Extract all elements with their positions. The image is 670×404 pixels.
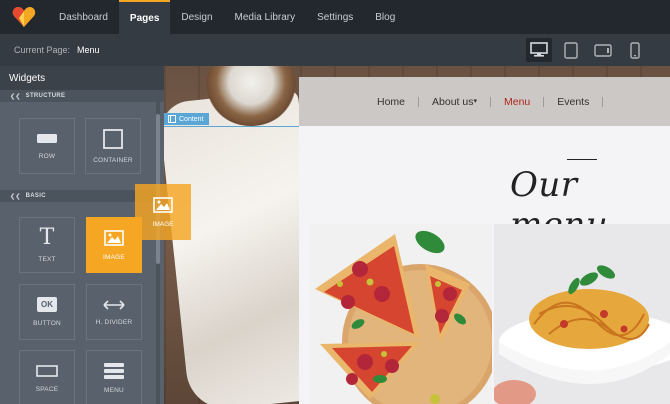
- nav-design[interactable]: Design: [170, 0, 223, 34]
- pasta-image: [494, 224, 670, 404]
- widget-row-label: ROW: [38, 152, 56, 160]
- section-structure[interactable]: ❮❮ STRUCTURE: [0, 90, 164, 102]
- nav-settings[interactable]: Settings: [306, 0, 364, 34]
- pizza-image: [310, 224, 492, 404]
- top-navigation: Dashboard Pages Design Media Library Set…: [0, 0, 670, 34]
- sidebar-scrollbar[interactable]: [156, 90, 160, 404]
- button-ok-icon: OK: [37, 297, 57, 312]
- collapse-icon: ❮❮: [10, 193, 21, 200]
- widget-text[interactable]: T TEXT: [19, 217, 75, 273]
- current-page-value[interactable]: Menu: [77, 45, 100, 55]
- widget-space-label: SPACE: [35, 385, 59, 393]
- app-logo[interactable]: [0, 0, 48, 34]
- desktop-icon[interactable]: [526, 38, 552, 62]
- site-header: Home About us▾ Menu Events: [299, 77, 670, 126]
- nav-dashboard[interactable]: Dashboard: [48, 0, 119, 34]
- dragged-image-widget[interactable]: IMAGE: [135, 184, 191, 240]
- pasta-photo[interactable]: [494, 224, 670, 404]
- site-nav-events[interactable]: Events: [544, 96, 602, 108]
- site-nav-menu[interactable]: Menu: [491, 96, 543, 108]
- widget-h-divider[interactable]: H. DIVIDER: [86, 284, 142, 340]
- widget-menu[interactable]: MENU: [86, 350, 142, 404]
- site-preview[interactable]: Home About us▾ Menu Events Our menu: [299, 77, 670, 404]
- space-icon: [36, 364, 58, 377]
- horizontal-divider-icon: [103, 299, 125, 310]
- site-navigation: Home About us▾ Menu Events: [364, 77, 604, 126]
- row-icon: [37, 133, 57, 143]
- nav-blog[interactable]: Blog: [364, 0, 406, 34]
- image-icon: [104, 229, 124, 246]
- section-basic-label: BASIC: [25, 193, 46, 199]
- pizza-photo[interactable]: [310, 224, 492, 404]
- section-icon: [168, 115, 176, 123]
- widget-space[interactable]: SPACE: [19, 350, 75, 404]
- container-icon: [103, 128, 123, 149]
- content-section-tag[interactable]: Content: [164, 113, 209, 125]
- site-nav-about[interactable]: About us▾: [419, 96, 490, 108]
- tablet-landscape-icon[interactable]: [590, 38, 616, 62]
- widget-image-label: IMAGE: [103, 253, 125, 261]
- collapse-icon: ❮❮: [10, 93, 21, 100]
- widget-row[interactable]: ROW: [19, 118, 75, 174]
- widget-button-label: BUTTON: [33, 320, 61, 327]
- page-toolbar: Current Page: Menu: [0, 34, 670, 66]
- dragged-widget-label: IMAGE: [152, 220, 174, 228]
- widgets-title: Widgets: [0, 66, 164, 90]
- content-tag-label: Content: [179, 115, 204, 123]
- widget-container-label: CONTAINER: [93, 156, 133, 164]
- nav-pages[interactable]: Pages: [118, 0, 171, 34]
- current-page-label: Current Page:: [14, 45, 71, 55]
- widget-h-divider-label: H. DIVIDER: [95, 318, 133, 326]
- menu-icon: [104, 362, 124, 379]
- widget-button[interactable]: OK BUTTON: [19, 284, 75, 340]
- section-structure-label: STRUCTURE: [25, 93, 66, 99]
- section-basic[interactable]: ❮❮ BASIC: [0, 190, 156, 202]
- device-switcher: [526, 34, 648, 66]
- mobile-icon[interactable]: [622, 38, 648, 62]
- image-icon: [153, 196, 173, 213]
- widget-text-label: TEXT: [38, 255, 56, 263]
- widget-image[interactable]: IMAGE: [86, 217, 142, 273]
- site-nav-about-label: About us: [432, 95, 474, 108]
- widget-menu-label: MENU: [104, 386, 124, 394]
- text-t-icon: T: [39, 224, 55, 250]
- dropdown-caret-icon: ▾: [473, 97, 477, 105]
- heart-logo-icon: [12, 7, 36, 27]
- widget-container[interactable]: CONTAINER: [85, 118, 141, 174]
- tablet-portrait-icon[interactable]: [558, 38, 584, 62]
- site-nav-home[interactable]: Home: [364, 96, 418, 108]
- nav-media-library[interactable]: Media Library: [224, 0, 307, 34]
- title-divider: [567, 159, 597, 160]
- nav-separator: [602, 96, 604, 107]
